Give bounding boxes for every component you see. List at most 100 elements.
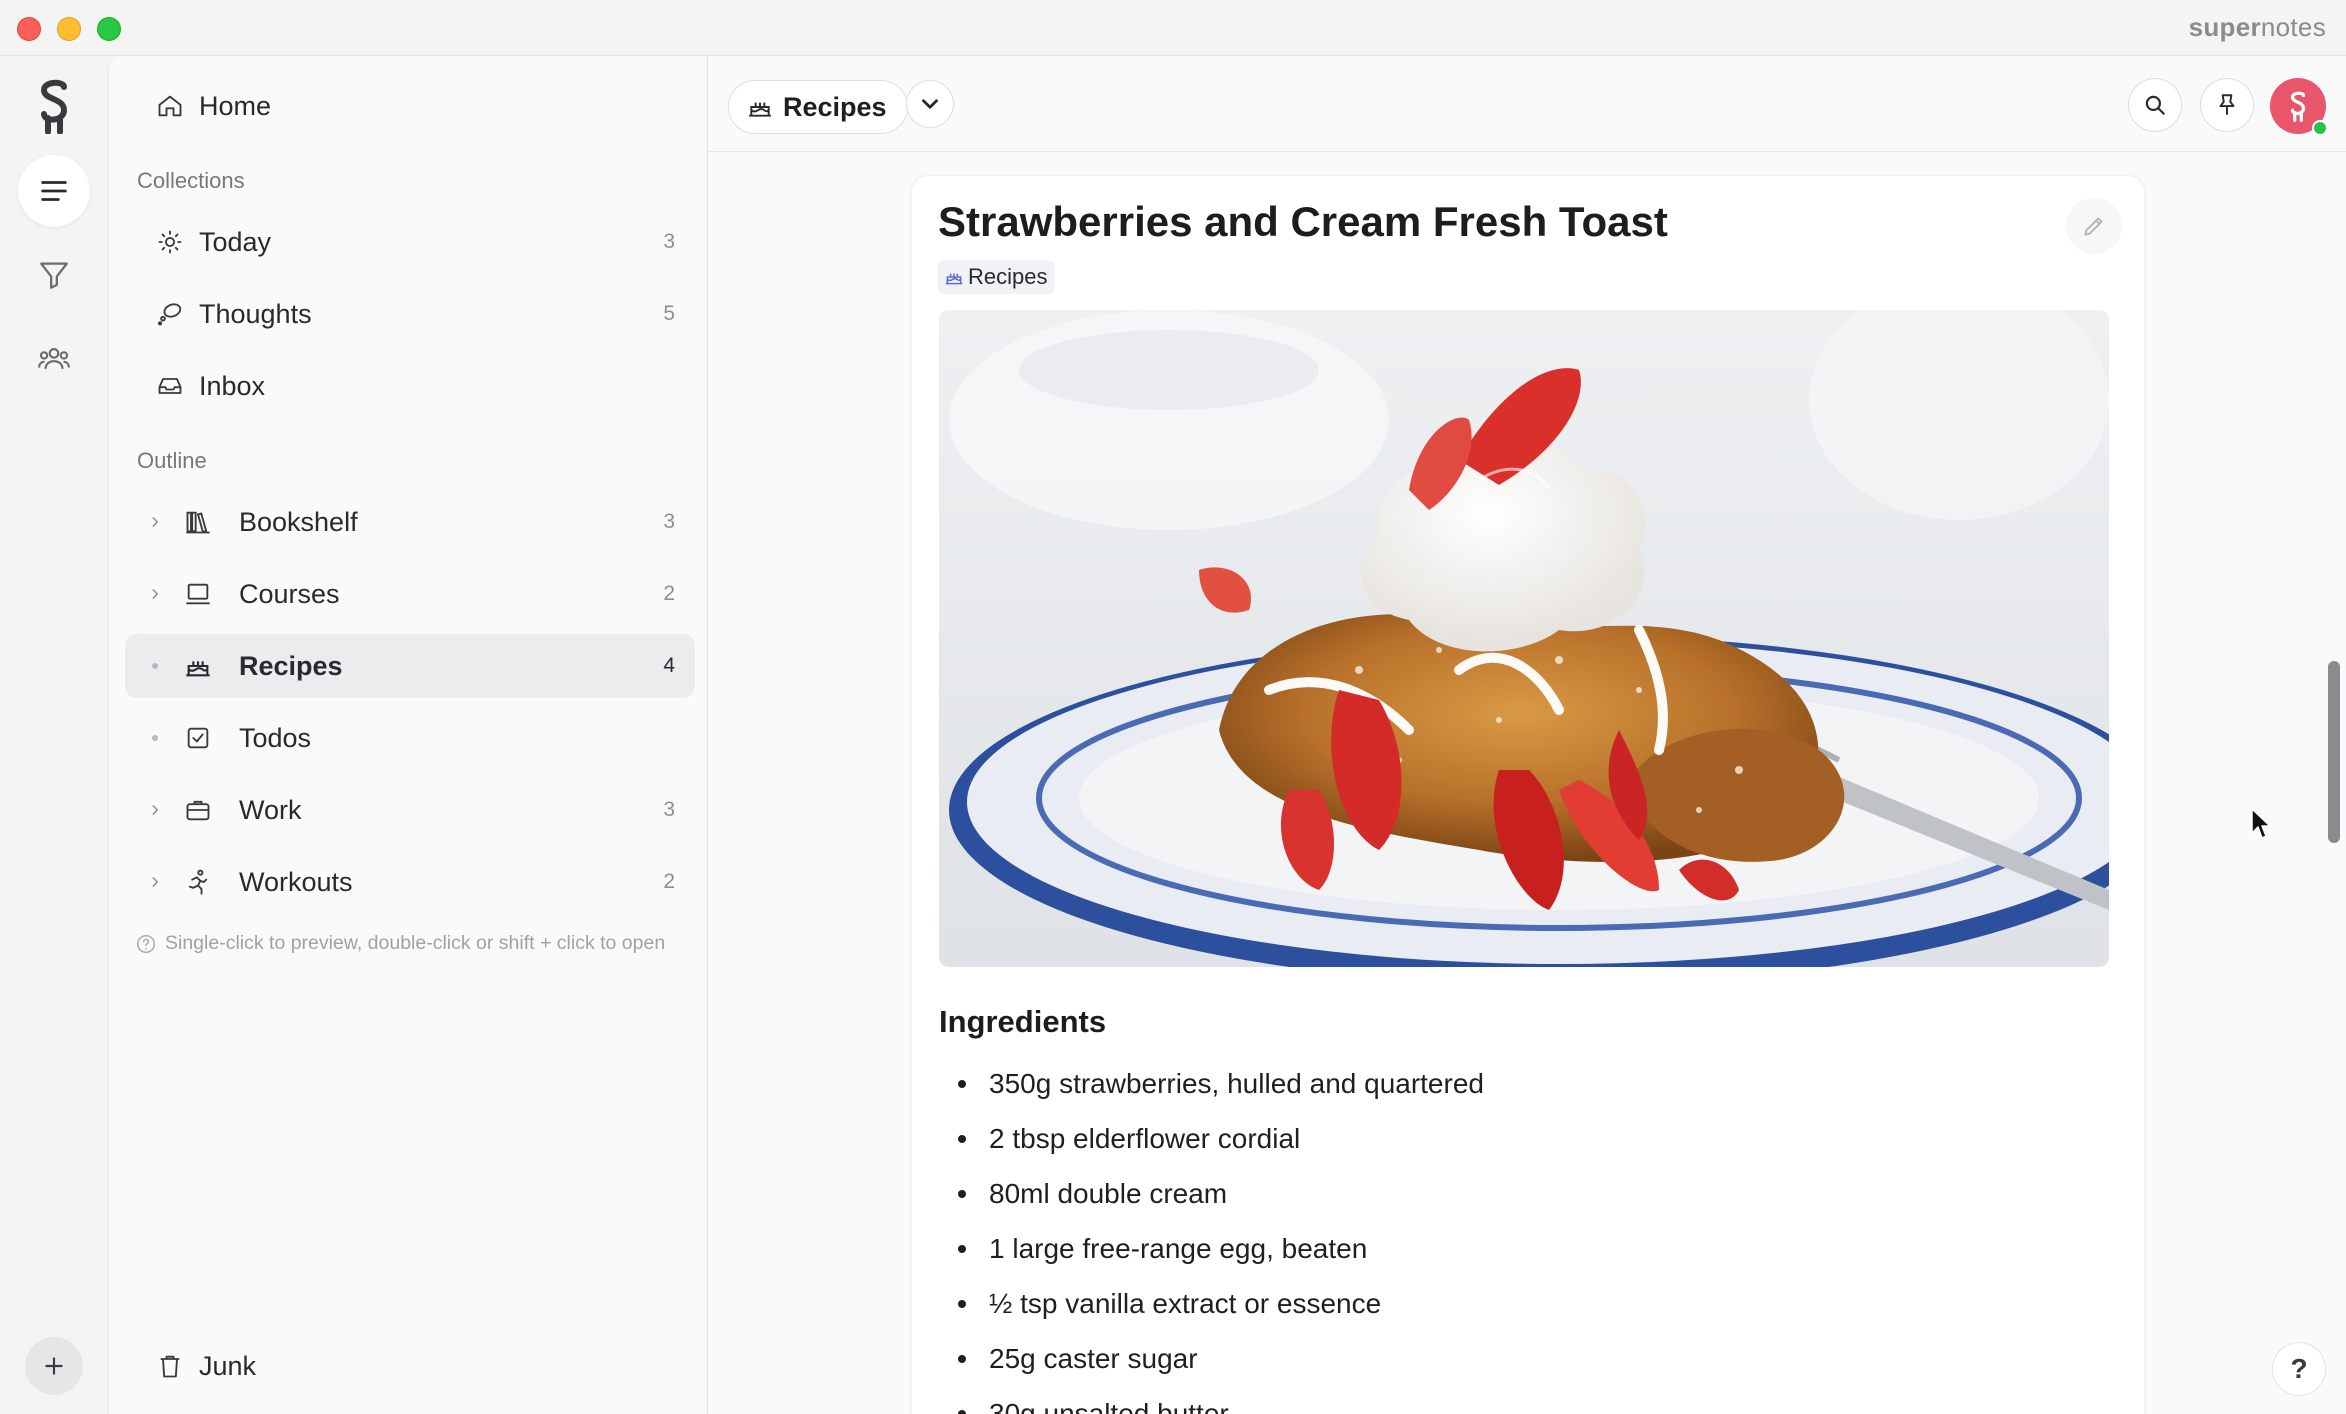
item-count: 3 (663, 510, 675, 533)
sidebar-item-label: Today (199, 226, 272, 257)
breadcrumb-recipes[interactable]: Recipes (728, 80, 908, 134)
card-tag-recipes[interactable]: Recipes (938, 260, 1056, 294)
sidebar-item-label: Workouts (239, 866, 353, 897)
sidebar-item-label: Junk (199, 1350, 257, 1381)
cake-icon (945, 273, 963, 285)
note-card[interactable]: Strawberries and Cream Fresh Toast Recip… (911, 175, 2145, 1414)
zoom-window-button[interactable] (97, 17, 121, 41)
inbox-tray-icon (155, 371, 185, 401)
item-count: 3 (663, 230, 675, 253)
presence-indicator (2312, 120, 2328, 136)
help-button[interactable]: ? (2272, 1342, 2326, 1396)
item-count: 5 (663, 302, 675, 325)
list-item: 350g strawberries, hulled and quartered (939, 1056, 2039, 1111)
search-icon (2145, 95, 2165, 115)
pencil-icon (2084, 217, 2103, 236)
sidebar-item-label: Todos (239, 722, 312, 753)
sidebar-item-today[interactable]: Today 3 (125, 210, 695, 274)
outline-heading: Outline (137, 448, 207, 473)
people-icon (38, 348, 70, 370)
ingredients-list: 350g strawberries, hulled and quartered … (939, 1056, 2039, 1414)
list-item: 2 tbsp elderflower cordial (939, 1111, 2039, 1166)
leaf-dot (152, 735, 158, 741)
filter-view-button[interactable] (18, 239, 90, 311)
running-icon (183, 867, 213, 897)
sidebar-item-label: Inbox (199, 370, 266, 401)
sidebar-item-label: Bookshelf (239, 506, 358, 537)
supernotes-avatar-logo-icon (2290, 91, 2306, 122)
list-item: 1 large free-range egg, beaten (939, 1221, 2039, 1276)
laptop-icon (183, 579, 213, 609)
breadcrumb-dropdown-button[interactable] (906, 80, 954, 128)
sidebar-item-todos[interactable]: Todos (125, 706, 695, 770)
window-titlebar: supernotes (0, 0, 2346, 56)
list-item: 80ml double cream (939, 1166, 2039, 1221)
card-title: Strawberries and Cream Fresh Toast (938, 198, 1668, 245)
cake-icon (749, 102, 771, 117)
new-card-button[interactable] (25, 1337, 83, 1395)
item-count: 3 (663, 798, 675, 821)
user-avatar[interactable] (2270, 78, 2328, 136)
pin-button[interactable] (2200, 78, 2254, 132)
item-count: 4 (663, 654, 675, 677)
cake-icon (183, 651, 213, 681)
briefcase-icon (183, 795, 213, 825)
minimize-window-button[interactable] (57, 17, 81, 41)
tag-label: Recipes (968, 264, 1048, 289)
thought-bubble-icon (155, 299, 185, 329)
sidebar-item-inbox[interactable]: Inbox (125, 354, 695, 418)
chevron-down-icon (922, 99, 938, 109)
community-view-button[interactable] (18, 323, 90, 395)
checkbox-icon (183, 723, 213, 753)
help-circle-icon (137, 934, 155, 953)
scrollbar-thumb[interactable] (2328, 661, 2340, 843)
item-count: 2 (663, 870, 675, 893)
sidebar-item-label: Recipes (239, 650, 343, 681)
sidebar-item-courses[interactable]: Courses 2 (125, 562, 695, 626)
list-item: 30g unsalted butter (939, 1386, 2039, 1414)
filter-icon (40, 262, 68, 289)
collections-heading: Collections (137, 168, 245, 193)
mouse-cursor-icon (2251, 808, 2271, 839)
trash-icon (155, 1351, 185, 1381)
main-toolbar: Recipes (708, 56, 2346, 152)
books-icon (183, 507, 213, 537)
sidebar-item-label: Home (199, 90, 272, 121)
sidebar-item-home[interactable]: Home (125, 74, 695, 138)
home-icon (155, 91, 185, 121)
sidebar-item-thoughts[interactable]: Thoughts 5 (125, 282, 695, 346)
search-button[interactable] (2128, 78, 2182, 132)
sidebar-item-label: Work (239, 794, 302, 825)
chevron-right-icon[interactable] (145, 872, 165, 892)
plus-icon (45, 1357, 63, 1375)
sidebar-item-label: Courses (239, 578, 340, 609)
app-brand: supernotes (2188, 12, 2326, 42)
sidebar-item-recipes[interactable]: Recipes 4 (125, 634, 695, 698)
chevron-right-icon[interactable] (145, 800, 165, 820)
icon-rail (0, 56, 108, 1414)
sidebar: Home Collections Today 3 Thoughts 5 Inbo… (108, 56, 708, 1414)
item-count: 2 (663, 582, 675, 605)
sidebar-item-workouts[interactable]: Workouts 2 (125, 850, 695, 914)
pin-icon (2219, 94, 2235, 115)
recipe-photo[interactable] (939, 310, 2109, 967)
list-item: 25g caster sugar (939, 1331, 2039, 1386)
sidebar-item-work[interactable]: Work 3 (125, 778, 695, 842)
supernotes-logo-icon[interactable] (34, 78, 74, 134)
chevron-right-icon[interactable] (145, 584, 165, 604)
sidebar-hint: Single-click to preview, double-click or… (135, 932, 665, 955)
card-scroll-area[interactable]: Strawberries and Cream Fresh Toast Recip… (708, 153, 2346, 1414)
main-panel: Recipes Strawberries and Cream Fresh Toa… (708, 56, 2346, 1414)
sidebar-item-junk[interactable]: Junk (125, 1334, 695, 1398)
list-item: ½ tsp vanilla extract or essence (939, 1276, 2039, 1331)
breadcrumb-label: Recipes (783, 91, 887, 122)
sidebar-item-label: Thoughts (199, 298, 312, 329)
menu-lines-icon (41, 181, 67, 201)
sidebar-item-bookshelf[interactable]: Bookshelf 3 (125, 490, 695, 554)
edit-button[interactable] (2066, 198, 2122, 254)
close-window-button[interactable] (17, 17, 41, 41)
chevron-right-icon[interactable] (145, 512, 165, 532)
sun-icon (155, 227, 185, 257)
leaf-dot (152, 663, 158, 669)
outline-view-button[interactable] (18, 155, 90, 227)
